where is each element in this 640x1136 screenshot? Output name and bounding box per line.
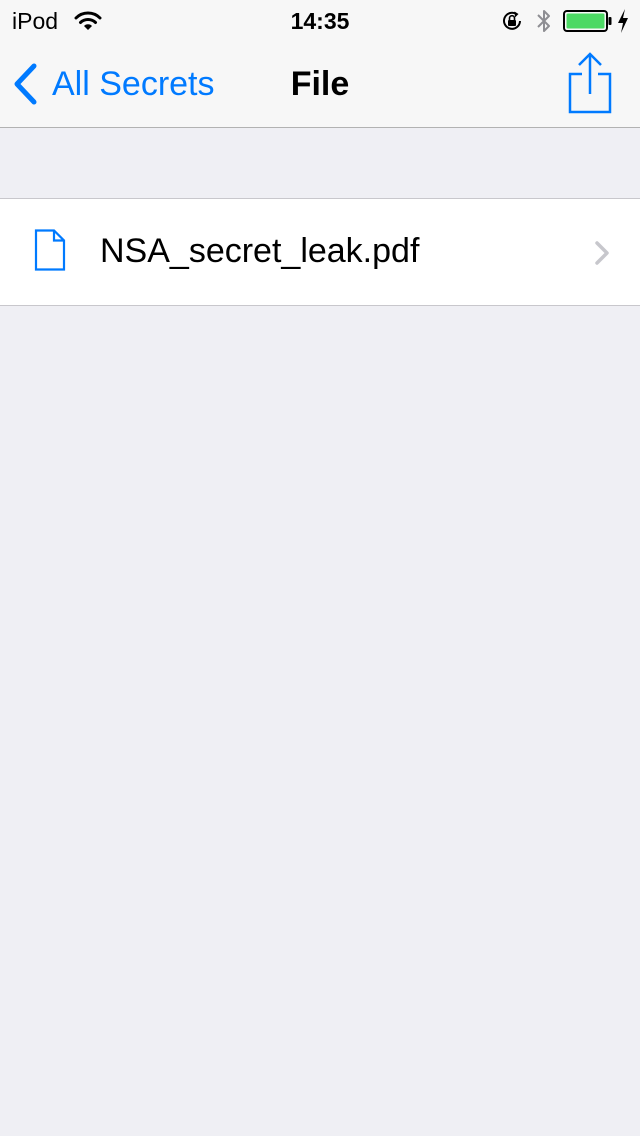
chevron-right-icon (595, 241, 609, 265)
top-chrome: iPod 14:35 All Secrets File (0, 0, 640, 128)
share-icon[interactable] (562, 50, 618, 114)
chevron-left-icon (14, 63, 37, 105)
back-button[interactable]: All Secrets (10, 56, 215, 112)
bluetooth-icon (537, 10, 550, 32)
orientation-lock-icon (503, 11, 521, 30)
file-name: NSA_secret_leak.pdf (100, 232, 420, 270)
battery-icon (563, 10, 612, 32)
status-bar: iPod 14:35 (0, 0, 640, 40)
navigation-bar: All Secrets File (0, 40, 640, 128)
back-button-label: All Secrets (52, 65, 215, 103)
document-icon (34, 229, 66, 271)
list-item[interactable]: NSA_secret_leak.pdf (0, 198, 640, 306)
charging-icon (618, 9, 628, 33)
